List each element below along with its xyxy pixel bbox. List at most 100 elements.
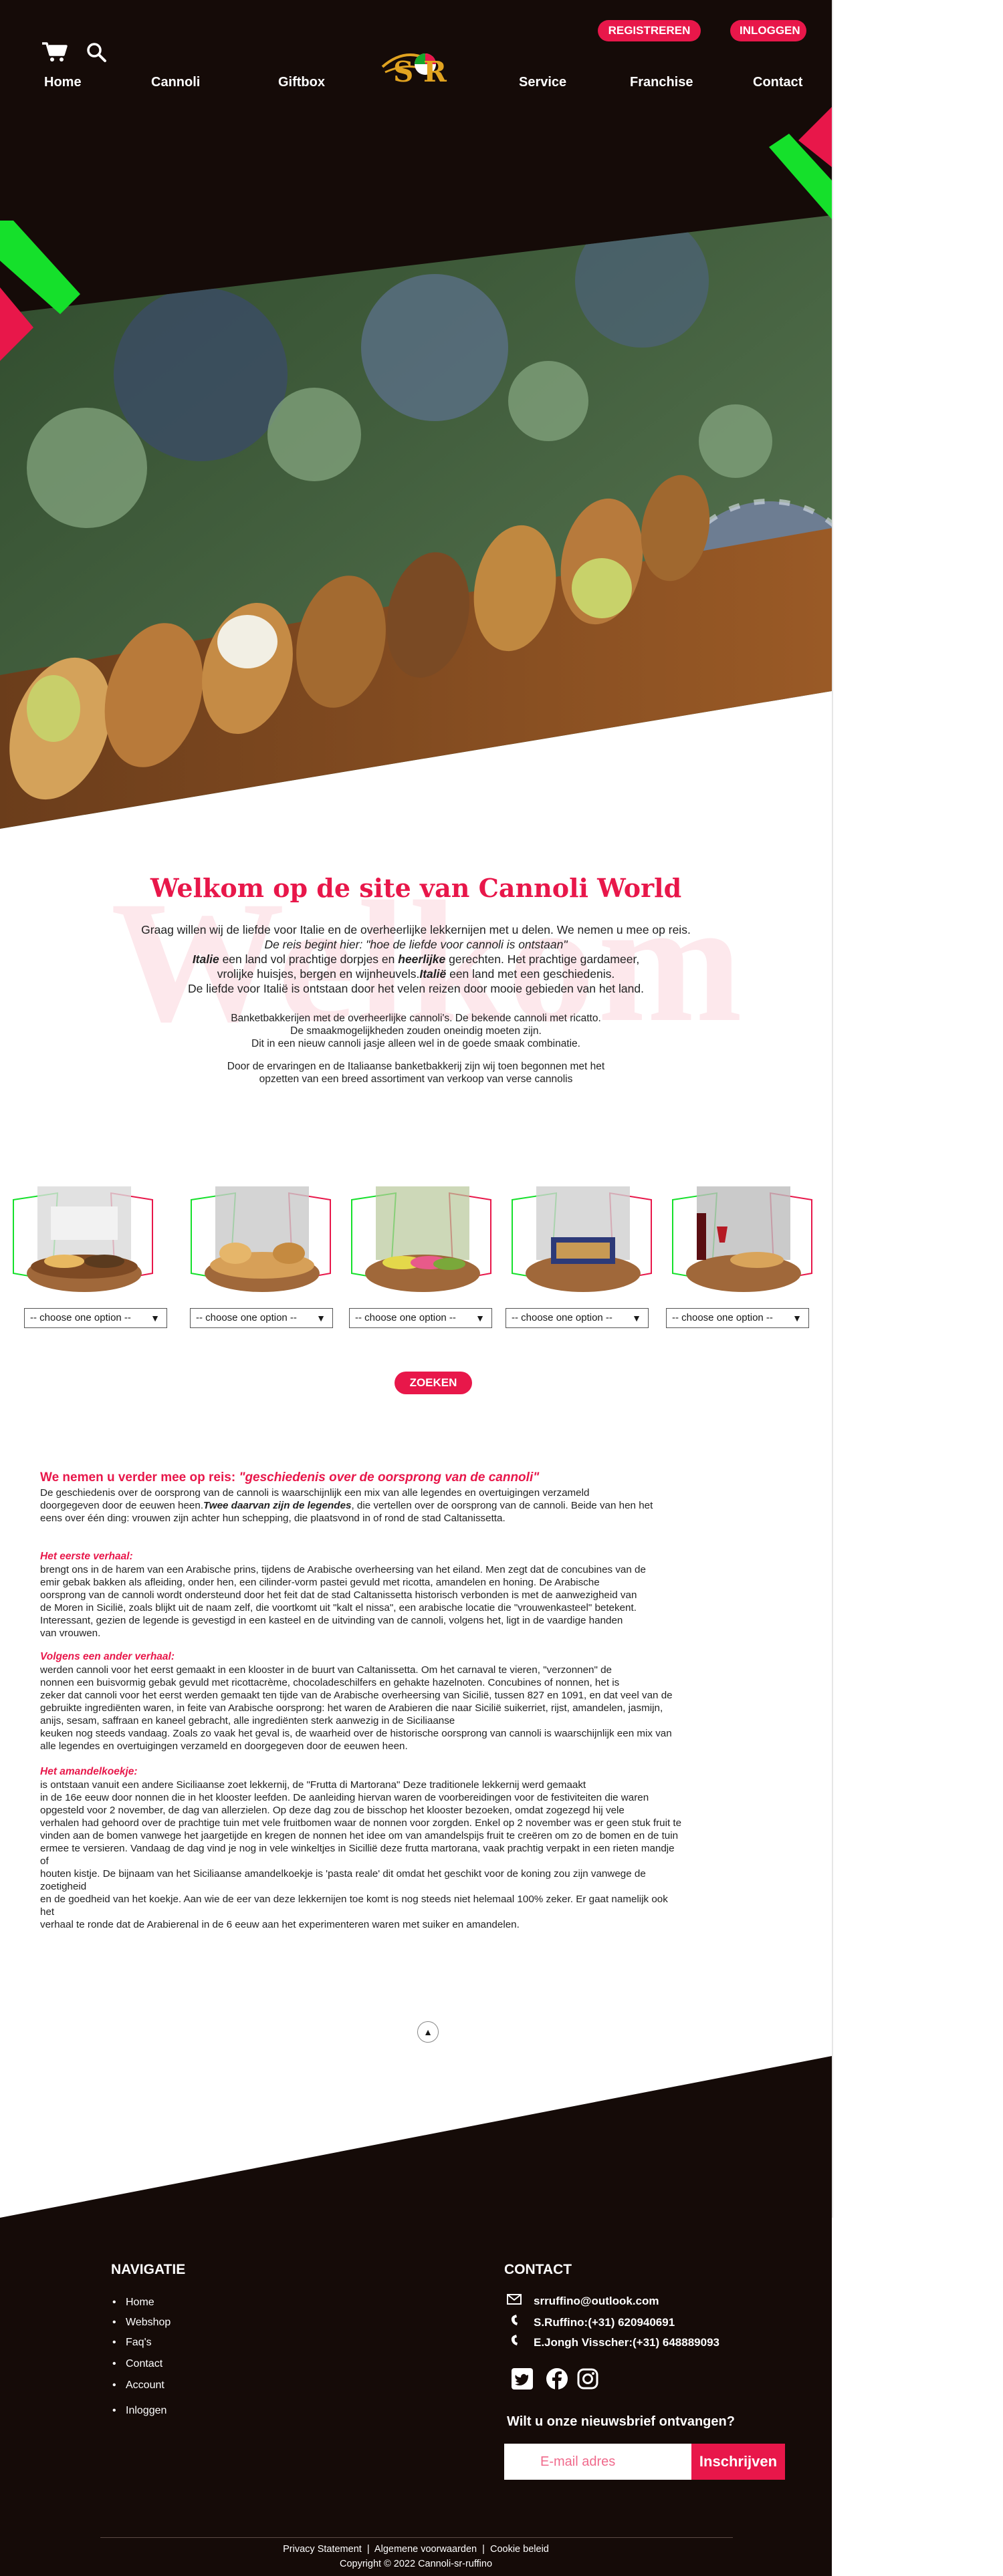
- subscribe-button[interactable]: Inschrijven: [691, 2444, 785, 2480]
- history-line: oorsprong van de cannoli wordt ondersteu…: [40, 1589, 637, 1601]
- product-card[interactable]: [349, 1173, 493, 1303]
- arrow-up-icon: ▲: [423, 2027, 433, 2037]
- nav-service[interactable]: Service: [519, 75, 566, 90]
- product-image: [512, 1186, 652, 1292]
- terms-link[interactable]: Algemene voorwaarden: [374, 2544, 477, 2555]
- product-select-4[interactable]: -- choose one option -- ▼: [506, 1308, 649, 1328]
- history-line: ermee te versieren. Vandaag de dag vind …: [40, 1843, 675, 1867]
- intro-line: De reis begint hier: "hoe de liefde voor…: [264, 938, 568, 951]
- contact-phone-1[interactable]: S.Ruffino:(+31) 620940691: [504, 2314, 675, 2329]
- scroll-to-top-button[interactable]: ▲: [417, 2021, 439, 2043]
- select-value: -- choose one option --: [30, 1312, 131, 1323]
- footer-link-home[interactable]: Home: [112, 2297, 154, 2309]
- footer-link-webshop[interactable]: Webshop: [112, 2317, 171, 2329]
- history-line: emir gebak bakken als afleiding, onder h…: [40, 1577, 600, 1588]
- history-line: De geschiedenis over de oorsprong van de…: [40, 1487, 590, 1499]
- history-text: , die vertellen over de oorsprong van de…: [351, 1500, 653, 1511]
- history-line: en de goedheid van het koekje. Aan wie d…: [40, 1894, 668, 1918]
- nav-contact[interactable]: Contact: [753, 75, 802, 90]
- newsletter-email-input[interactable]: [504, 2444, 691, 2480]
- story-heading: Volgens een ander verhaal:: [40, 1651, 175, 1662]
- history-line: opgesteld voor 2 november, de dag van al…: [40, 1805, 625, 1816]
- login-button[interactable]: INLOGGEN: [730, 20, 806, 41]
- story-heading: Het eerste verhaal:: [40, 1551, 133, 1562]
- separator: |: [482, 2544, 485, 2555]
- welcome-title: Welkom op de site van Cannoli World: [150, 873, 682, 903]
- twitter-icon[interactable]: [511, 2367, 534, 2390]
- nav-franchise[interactable]: Franchise: [630, 75, 693, 90]
- intro-line: Graag willen wij de liefde voor Italie e…: [141, 923, 691, 936]
- footer-link-faq[interactable]: Faq's: [112, 2337, 151, 2349]
- select-value: -- choose one option --: [355, 1312, 456, 1323]
- decorative-stripes-left: [0, 221, 80, 361]
- history-line: de Moren in Sicilië, zoals blijkt uit de…: [40, 1602, 637, 1614]
- intro-heerlijke: heerlijke: [398, 952, 446, 966]
- footer-divider: [100, 2537, 733, 2538]
- nav-giftbox[interactable]: Giftbox: [278, 75, 325, 90]
- chevron-down-icon: ▼: [632, 1313, 641, 1323]
- cart-icon[interactable]: [41, 41, 68, 63]
- product-image: [13, 1186, 153, 1292]
- nav-cannoli[interactable]: Cannoli: [151, 75, 200, 90]
- product-card[interactable]: [670, 1173, 814, 1303]
- footer-link-account[interactable]: Account: [112, 2379, 164, 2392]
- history-text-emph: Twee daarvan zijn de legendes: [203, 1500, 352, 1511]
- history-line: vinden aan de bomen vanwege het jaargeti…: [40, 1830, 679, 1841]
- intro-line: De smaakmogelijkheden zouden oneindig mo…: [290, 1025, 542, 1037]
- product-image: [351, 1186, 491, 1292]
- history-line: zeker dat cannoli voor het eerst werden …: [40, 1690, 673, 1701]
- history-heading: We nemen u verder mee op reis: "geschied…: [40, 1470, 539, 1485]
- history-line: nonnen een buisvormig gebak gevuld met r…: [40, 1677, 620, 1688]
- history-line: verhaal te ronde dat de Arabierenal in d…: [40, 1919, 520, 1930]
- history-paragraph: is ontstaan vanuit een andere Siciliaans…: [40, 1779, 682, 1931]
- select-value: -- choose one option --: [672, 1312, 773, 1323]
- history-heading-quote: "geschiedenis over de oorsprong van de c…: [239, 1470, 540, 1485]
- facebook-icon[interactable]: [546, 2367, 568, 2390]
- product-card[interactable]: [11, 1173, 155, 1303]
- intro-line: Door de ervaringen en de Italiaanse bank…: [227, 1061, 605, 1072]
- footer-legal-links: Privacy Statement | Algemene voorwaarden…: [0, 2544, 832, 2555]
- intro-text: gerechten. Het prachtige gardameer,: [445, 952, 640, 966]
- history-text: doorgegeven door de eeuwen heen.: [40, 1500, 204, 1511]
- hero-image: [0, 0, 832, 829]
- story-heading: Het amandelkoekje:: [40, 1766, 138, 1777]
- history-line: brengt ons in de harem van een Arabische…: [40, 1564, 646, 1575]
- select-value: -- choose one option --: [196, 1312, 297, 1323]
- search-icon[interactable]: [86, 41, 107, 63]
- product-select-1[interactable]: -- choose one option -- ▼: [24, 1308, 167, 1328]
- intro-text: een land met een geschiedenis.: [446, 967, 615, 981]
- nav-home[interactable]: Home: [44, 75, 82, 90]
- instagram-icon[interactable]: [576, 2367, 599, 2390]
- intro-line: Dit in een nieuw cannoli jasje alleen we…: [251, 1038, 580, 1049]
- register-button[interactable]: REGISTREREN: [598, 20, 701, 41]
- chevron-down-icon: ▼: [475, 1313, 485, 1323]
- contact-email[interactable]: srruffino@outlook.com: [504, 2294, 659, 2308]
- history-line: eens over één ding: vrouwen zijn achter …: [40, 1513, 506, 1524]
- history-paragraph: werden cannoli voor het eerst gemaakt in…: [40, 1664, 682, 1753]
- product-select-5[interactable]: -- choose one option -- ▼: [666, 1308, 809, 1328]
- intro-line: opzetten van een breed assortiment van v…: [259, 1073, 573, 1085]
- search-button[interactable]: ZOEKEN: [395, 1372, 472, 1394]
- privacy-link[interactable]: Privacy Statement: [283, 2544, 362, 2555]
- product-card[interactable]: [510, 1173, 654, 1303]
- product-select-2[interactable]: -- choose one option -- ▼: [190, 1308, 333, 1328]
- contact-phone-2[interactable]: E.Jongh Visscher:(+31) 648889093: [504, 2334, 719, 2349]
- cookie-link[interactable]: Cookie beleid: [490, 2544, 549, 2555]
- history-line: houten kistje. De bijnaam van het Sicili…: [40, 1868, 646, 1892]
- contact-phone-2-text: E.Jongh Visscher:(+31) 648889093: [534, 2336, 719, 2349]
- newsletter-title: Wilt u onze nieuwsbrief ontvangen?: [507, 2414, 735, 2429]
- footer-link-inloggen[interactable]: Inloggen: [112, 2405, 167, 2417]
- envelope-icon: [504, 2294, 524, 2308]
- phone-icon: [504, 2334, 524, 2349]
- intro-line: Italie een land vol prachtige dorpjes en…: [0, 952, 832, 967]
- footer-contact-title: CONTACT: [504, 2262, 572, 2277]
- product-card[interactable]: [189, 1173, 333, 1303]
- logo[interactable]: S R: [378, 40, 473, 100]
- history-line: alle legendes en overtuigingen verzameld…: [40, 1741, 408, 1752]
- history-line: verhalen had gehoord over de prachtige t…: [40, 1817, 682, 1829]
- chevron-down-icon: ▼: [792, 1313, 802, 1323]
- product-select-3[interactable]: -- choose one option -- ▼: [349, 1308, 492, 1328]
- footer-nav-title: NAVIGATIE: [111, 2262, 186, 2277]
- history-heading-text: We nemen u verder mee op reis:: [40, 1470, 239, 1485]
- footer-link-contact[interactable]: Contact: [112, 2358, 162, 2370]
